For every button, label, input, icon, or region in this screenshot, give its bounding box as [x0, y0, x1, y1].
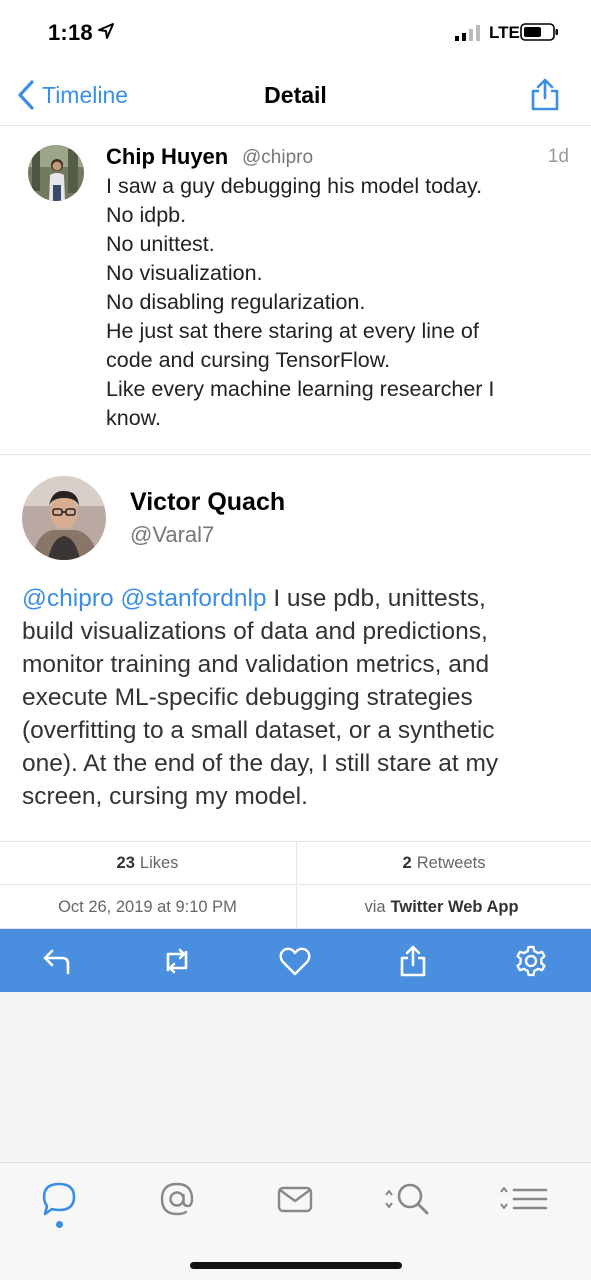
tweet-date: Oct 26, 2019 at 9:10 PM: [58, 898, 237, 916]
search-icon[interactable]: [383, 1179, 433, 1219]
active-tab-indicator: [56, 1221, 63, 1228]
tweet-line: No unittest.: [106, 232, 215, 256]
tweet-line: No disabling regularization.: [106, 290, 366, 314]
retweets-count-button[interactable]: 2 Retweets: [296, 842, 591, 885]
mention-link[interactable]: @stanfordnlp: [120, 585, 266, 612]
network-label: LTE: [489, 23, 520, 42]
retweets-label: Retweets: [416, 854, 486, 872]
share-icon[interactable]: [527, 76, 563, 112]
retweets-count: 2: [402, 854, 412, 872]
tweet-line: monitor training and validation metrics,…: [22, 651, 490, 678]
page-title: Detail: [264, 82, 327, 108]
tweet-line: one). At the end of the day, I still sta…: [22, 750, 499, 777]
likes-count-button[interactable]: 23 Likes: [0, 842, 295, 885]
signal-icon: [455, 25, 480, 41]
author-name[interactable]: Chip Huyen: [106, 144, 228, 170]
status-time: 1:18: [48, 20, 93, 45]
author-handle[interactable]: @chipro: [242, 147, 313, 169]
tweet-line-text: I use pdb, unittests,: [266, 585, 486, 612]
avatar[interactable]: [22, 476, 106, 560]
action-bar: [0, 929, 591, 992]
like-icon[interactable]: [277, 943, 313, 979]
tweet-line: execute ML-specific debugging strategies: [22, 684, 473, 711]
tweet-line: screen, cursing my model.: [22, 783, 308, 810]
engagement-stats: 23 Likes 2 Retweets: [0, 842, 591, 885]
tweet-text: I saw a guy debugging his model today. N…: [106, 172, 566, 433]
via-label: via: [364, 898, 386, 916]
likes-count: 23: [116, 854, 135, 872]
mention-link[interactable]: @chipro: [22, 585, 114, 612]
tweet-line: No idpb.: [106, 203, 187, 227]
tweet-text: @chipro @stanfordnlp I use pdb, unittest…: [22, 582, 582, 813]
likes-label: Likes: [139, 854, 179, 872]
tweet-line: No visualization.: [106, 261, 263, 285]
tweet-line: (overfitting to a small dataset, or a sy…: [22, 717, 495, 744]
avatar-photo: [22, 476, 106, 560]
settings-icon[interactable]: [513, 943, 549, 979]
mentions-icon[interactable]: [157, 1179, 197, 1219]
parent-tweet[interactable]: Chip Huyen @chipro 1d I saw a guy debugg…: [0, 127, 591, 455]
battery-icon: [520, 23, 558, 41]
author-name[interactable]: Victor Quach: [130, 488, 285, 517]
tweet-line: code and cursing TensorFlow.: [106, 348, 391, 372]
tweet-line: I saw a guy debugging his model today.: [106, 174, 483, 198]
empty-area: [0, 992, 591, 1162]
avatar-photo: [28, 145, 84, 201]
nav-bar: Timeline Detail: [0, 64, 591, 126]
tweet-line: He just sat there staring at every line …: [106, 319, 479, 343]
tweet-line: build visualizations of data and predict…: [22, 618, 488, 645]
retweet-icon[interactable]: [159, 943, 195, 979]
tweet-source: via Twitter Web App: [296, 886, 591, 929]
messages-icon[interactable]: [275, 1179, 315, 1219]
tweet-line: @chipro @stanfordnlp I use pdb, unittest…: [22, 582, 582, 615]
status-bar: 1:18 LTE: [0, 0, 591, 64]
reply-icon[interactable]: [40, 943, 76, 979]
timeline-icon[interactable]: [39, 1179, 79, 1219]
tweet-line: Like every machine learning researcher I: [106, 377, 495, 401]
location-arrow-icon: [98, 23, 114, 39]
tweet-line: know.: [106, 406, 161, 430]
share-icon[interactable]: [395, 943, 431, 979]
main-tweet: Victor Quach @Varal7 @chipro @stanfordnl…: [0, 456, 591, 842]
tweet-meta: Oct 26, 2019 at 9:10 PM via Twitter Web …: [0, 886, 591, 929]
home-indicator[interactable]: [190, 1262, 402, 1269]
lists-icon[interactable]: [498, 1179, 550, 1219]
client-name: Twitter Web App: [390, 898, 519, 916]
tweet-time: 1d: [547, 146, 569, 167]
avatar[interactable]: [28, 145, 84, 201]
author-handle[interactable]: @Varal7: [130, 522, 214, 548]
